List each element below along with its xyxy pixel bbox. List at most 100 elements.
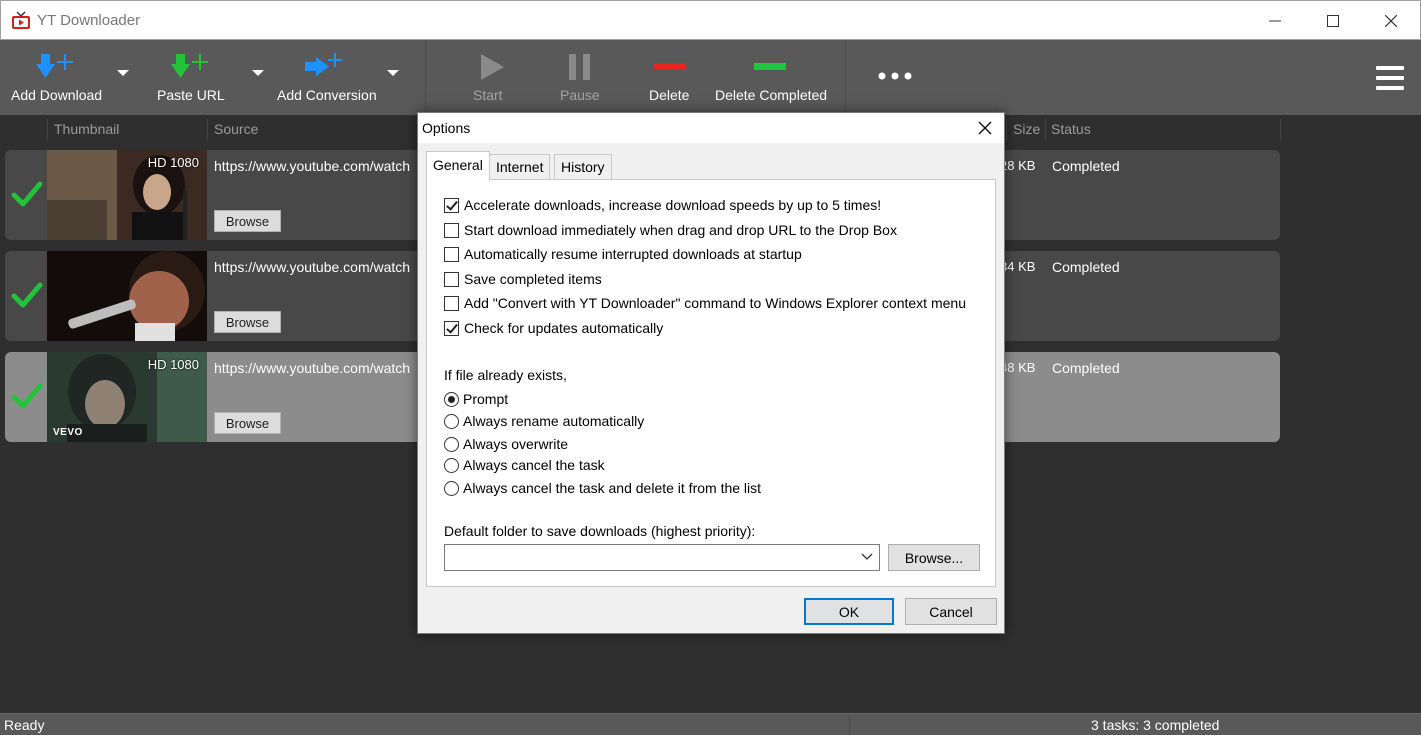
paste-url-dropdown-icon[interactable] (252, 70, 264, 76)
status-task-count: 3 tasks: 3 completed (1091, 717, 1220, 733)
column-header-thumbnail[interactable]: Thumbnail (54, 121, 119, 137)
dialog-title: Options (422, 120, 471, 136)
delete-button[interactable]: Delete (640, 40, 700, 115)
checkbox[interactable] (444, 271, 459, 287)
radio-label: Always cancel the task and delete it fro… (463, 480, 762, 496)
column-header-size[interactable]: Size (1013, 121, 1040, 137)
quality-badge: HD 1080 (147, 357, 199, 372)
browse-button[interactable]: Browse (214, 210, 281, 232)
toolbar-separator (845, 40, 846, 115)
option-explorer-context-menu[interactable]: Add "Convert with YT Downloader" command… (444, 293, 966, 313)
delete-completed-label: Delete Completed (715, 87, 828, 103)
radio-button[interactable] (444, 457, 459, 473)
dialog-title-bar: Options (418, 113, 1004, 143)
option-label: Add "Convert with YT Downloader" command… (464, 295, 966, 311)
radio-overwrite[interactable]: Always overwrite (444, 434, 568, 454)
close-icon (1385, 15, 1397, 27)
tab-general[interactable]: General (426, 151, 490, 181)
option-label: Accelerate downloads, increase download … (464, 197, 882, 213)
chevron-down-icon (861, 553, 873, 560)
option-auto-resume[interactable]: Automatically resume interrupted downloa… (444, 244, 802, 264)
minus-red-icon (654, 63, 686, 70)
checkbox[interactable] (444, 246, 459, 262)
radio-label: Always overwrite (463, 436, 569, 452)
add-conversion-button[interactable]: Add Conversion (270, 40, 385, 115)
radio-prompt[interactable]: Prompt (444, 389, 508, 409)
close-window-button[interactable] (1362, 1, 1420, 41)
radio-button[interactable] (444, 413, 459, 429)
add-conversion-dropdown-icon[interactable] (387, 70, 399, 76)
video-thumbnail[interactable]: HD 1080 VEVO (47, 352, 207, 442)
add-download-dropdown-icon[interactable] (117, 70, 129, 76)
general-tab-panel: Accelerate downloads, increase download … (426, 179, 996, 587)
play-icon (481, 54, 504, 80)
radio-cancel[interactable]: Always cancel the task (444, 455, 605, 475)
option-start-on-drop[interactable]: Start download immediately when drag and… (444, 220, 897, 240)
browse-button[interactable]: Browse (214, 412, 281, 434)
download-plus-icon (36, 54, 73, 78)
option-check-updates[interactable]: Check for updates automatically (444, 318, 663, 338)
checkbox[interactable] (444, 320, 459, 336)
cancel-button[interactable]: Cancel (905, 598, 997, 625)
column-separator (207, 119, 208, 141)
more-button[interactable] (865, 40, 925, 115)
radio-button[interactable] (444, 391, 459, 407)
delete-completed-button[interactable]: Delete Completed (708, 40, 833, 115)
browse-button[interactable]: Browse (214, 311, 281, 333)
maximize-button[interactable] (1304, 1, 1362, 41)
column-header-source[interactable]: Source (214, 121, 258, 137)
checkbox[interactable] (444, 222, 459, 238)
add-download-button[interactable]: Add Download (0, 40, 110, 115)
column-header-status[interactable]: Status (1051, 121, 1091, 137)
vevo-logo: VEVO (53, 427, 83, 438)
radio-label: Prompt (463, 391, 509, 407)
add-download-label: Add Download (11, 87, 103, 103)
option-save-completed[interactable]: Save completed items (444, 269, 602, 289)
status-text: Completed (1052, 158, 1120, 174)
video-thumbnail[interactable]: HD 1080 (47, 150, 207, 240)
check-icon (11, 181, 43, 207)
minimize-icon (1269, 20, 1281, 22)
radio-label: Always cancel the task (463, 457, 605, 473)
tab-history[interactable]: History (554, 154, 612, 180)
paste-plus-icon (171, 54, 208, 78)
option-label: Start download immediately when drag and… (464, 222, 897, 238)
status-ready: Ready (4, 717, 45, 733)
video-thumbnail[interactable] (47, 251, 207, 341)
file-exists-label: If file already exists, (444, 367, 567, 383)
check-icon (11, 383, 43, 409)
main-menu-button[interactable] (1365, 40, 1415, 115)
file-size: 34 KB (1000, 259, 1036, 274)
pause-button[interactable]: Pause (548, 40, 608, 115)
paste-url-label: Paste URL (157, 87, 225, 103)
checkbox[interactable] (444, 295, 459, 311)
more-dots-icon (878, 72, 912, 80)
source-url: https://www.youtube.com/watch (214, 158, 411, 174)
default-folder-label: Default folder to save downloads (highes… (444, 523, 756, 539)
ok-button[interactable]: OK (804, 598, 894, 625)
minimize-button[interactable] (1246, 1, 1304, 41)
tab-internet[interactable]: Internet (489, 154, 551, 180)
checkbox[interactable] (444, 197, 459, 213)
paste-url-button[interactable]: Paste URL (140, 40, 240, 115)
radio-button[interactable] (444, 436, 459, 452)
check-icon (11, 282, 43, 308)
default-folder-combobox[interactable] (444, 544, 880, 571)
pause-label: Pause (560, 87, 600, 103)
start-label: Start (473, 87, 503, 103)
option-label: Save completed items (464, 271, 602, 287)
browse-folder-button[interactable]: Browse... (888, 544, 980, 571)
option-accelerate-downloads[interactable]: Accelerate downloads, increase download … (444, 195, 881, 215)
radio-cancel-delete[interactable]: Always cancel the task and delete it fro… (444, 478, 761, 498)
radio-button[interactable] (444, 480, 459, 496)
status-bar: Ready 3 tasks: 3 completed (0, 713, 1421, 735)
toolbar: Add Download Paste URL Add Conversion St… (0, 40, 1421, 115)
start-button[interactable]: Start (460, 40, 520, 115)
dialog-close-button[interactable] (966, 113, 1004, 143)
radio-label: Always rename automatically (463, 413, 645, 429)
app-title: YT Downloader (37, 12, 141, 29)
add-conversion-label: Add Conversion (277, 87, 377, 103)
radio-rename[interactable]: Always rename automatically (444, 411, 644, 431)
quality-badge: HD 1080 (147, 155, 199, 170)
column-separator (1280, 119, 1281, 141)
